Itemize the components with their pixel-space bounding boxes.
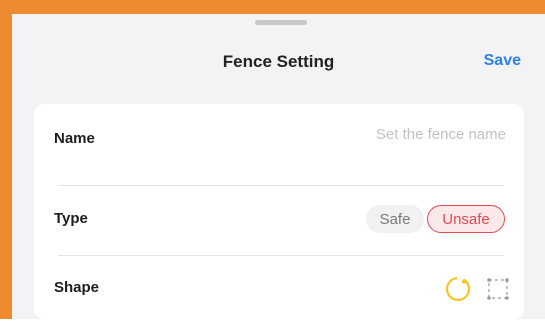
circle-shape-icon[interactable] bbox=[444, 275, 472, 303]
type-row: Type Safe Unsafe bbox=[34, 186, 524, 256]
type-safe-option[interactable]: Safe bbox=[366, 205, 424, 233]
shape-row: Shape bbox=[34, 255, 524, 325]
name-row: Name bbox=[34, 104, 524, 174]
fence-setting-sheet: Fence Setting Save Name Type Safe Unsafe… bbox=[12, 14, 545, 319]
type-label: Type bbox=[54, 210, 88, 227]
save-button[interactable]: Save bbox=[484, 52, 521, 70]
type-unsafe-option[interactable]: Unsafe bbox=[427, 205, 505, 233]
name-label: Name bbox=[54, 130, 95, 147]
settings-card: Name Type Safe Unsafe Shape bbox=[34, 104, 524, 319]
fence-name-input[interactable] bbox=[306, 126, 506, 143]
drag-handle[interactable] bbox=[255, 20, 307, 25]
rectangle-shape-icon[interactable] bbox=[484, 275, 512, 303]
shape-label: Shape bbox=[54, 279, 100, 296]
page-title: Fence Setting bbox=[222, 52, 335, 71]
